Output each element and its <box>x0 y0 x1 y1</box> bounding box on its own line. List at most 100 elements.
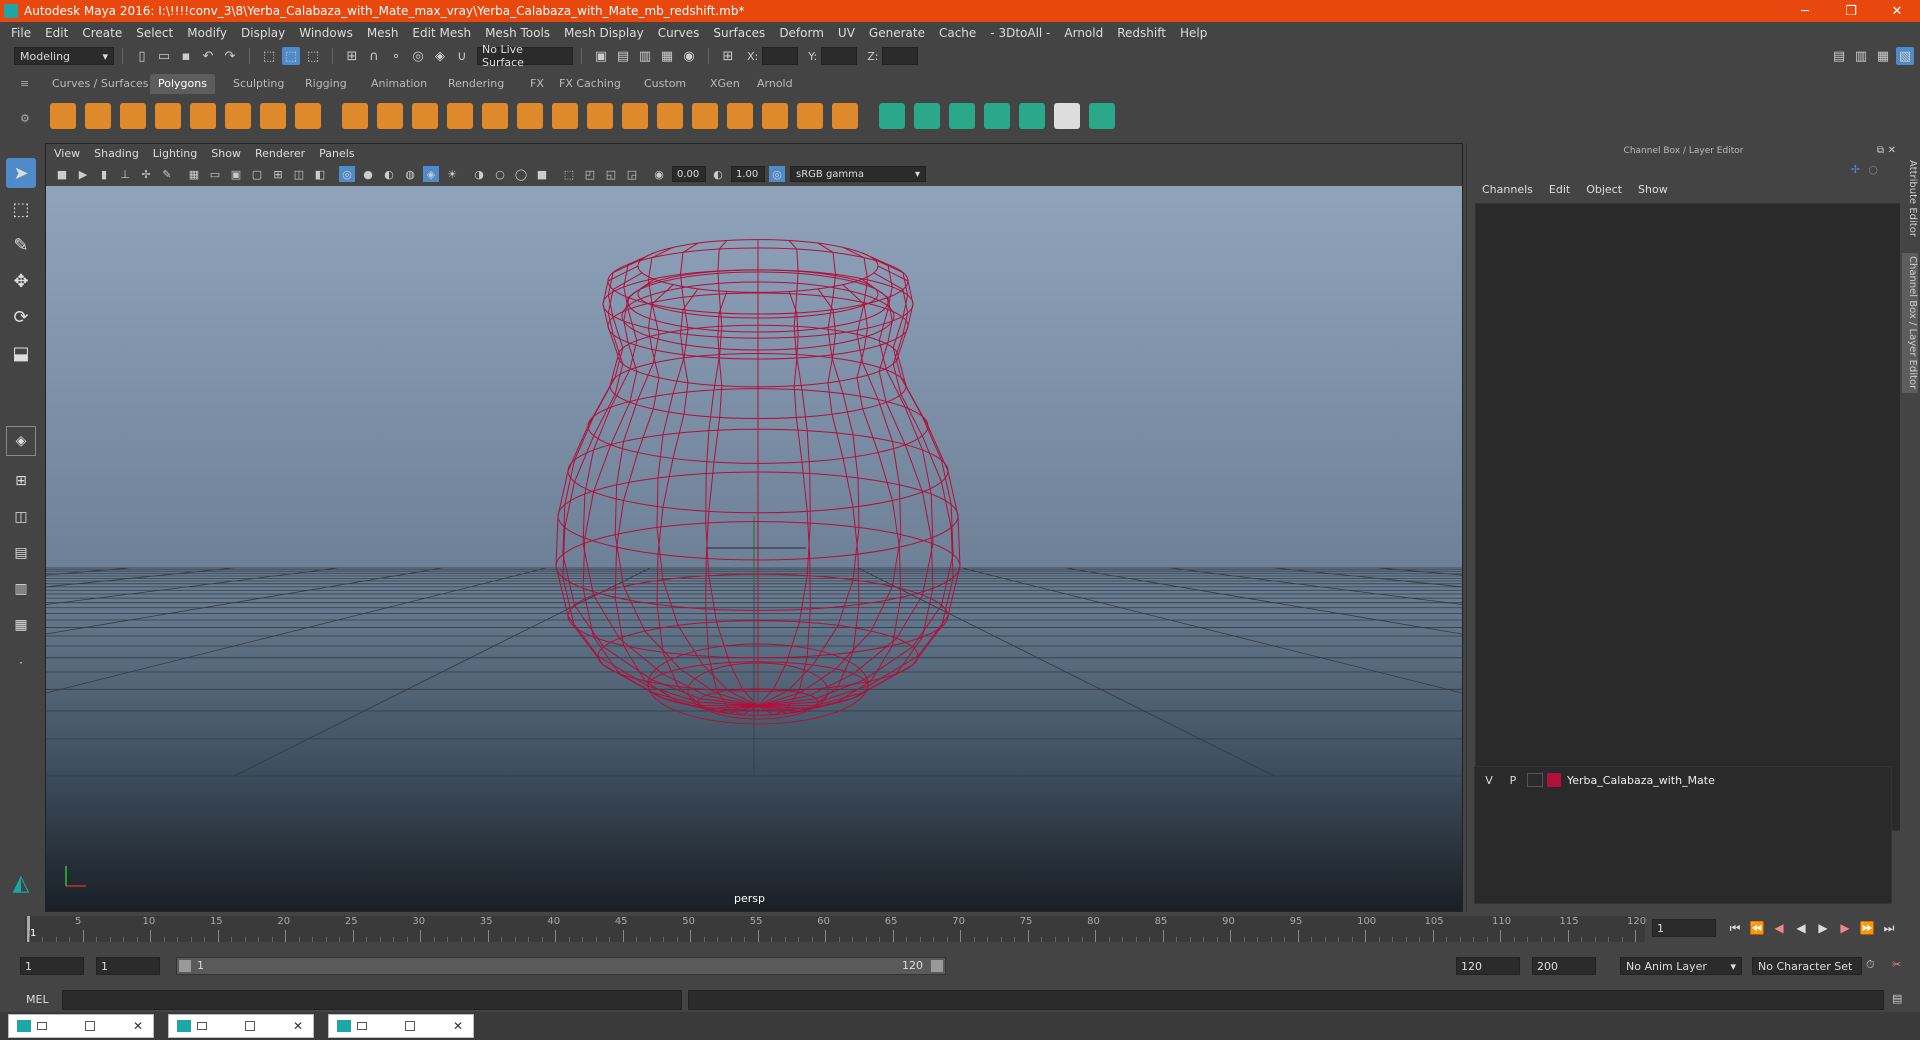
smooth-icon[interactable] <box>482 103 508 129</box>
poly-cylinder-icon[interactable] <box>120 103 146 129</box>
restore-icon[interactable] <box>357 1022 367 1030</box>
channel-box-area[interactable] <box>1475 203 1901 831</box>
shelf-tab-xgen[interactable]: XGen <box>702 74 748 94</box>
minimize-button[interactable]: ─ <box>1782 0 1828 22</box>
select-tool-icon[interactable]: ➤ <box>6 158 36 188</box>
rotate-tool-icon[interactable]: ⟳ <box>6 302 36 332</box>
select-hierarchy-icon[interactable]: ⬚ <box>260 47 278 65</box>
isolate-select-icon[interactable]: ⬚ <box>561 166 577 182</box>
minimized-window[interactable]: ✕ <box>328 1014 474 1038</box>
float-panel-icon[interactable]: ⧉ <box>1877 145 1884 156</box>
anim-preferences-icon[interactable]: ✂ <box>1892 958 1901 971</box>
step-forward-key-icon[interactable]: ▶ <box>1834 918 1856 938</box>
poly-plane-icon[interactable] <box>190 103 216 129</box>
combine-icon[interactable] <box>342 103 368 129</box>
end-time-field[interactable]: 200 <box>1532 957 1596 975</box>
range-end-handle[interactable] <box>931 960 943 972</box>
modeling-toolkit-icon[interactable]: ▤ <box>1830 47 1848 65</box>
single-perspective-layout-icon[interactable]: ◈ <box>6 426 36 456</box>
lock-icon[interactable]: ○ <box>1868 163 1878 176</box>
poly-cone-icon[interactable] <box>155 103 181 129</box>
exposure-field[interactable]: 0.00 <box>672 166 706 182</box>
close-button[interactable]: ✕ <box>1874 0 1920 22</box>
multi-cut-icon[interactable] <box>727 103 753 129</box>
poly-pipe-icon[interactable] <box>295 103 321 129</box>
snap-point-icon[interactable]: ∘ <box>387 47 405 65</box>
tool-settings-icon[interactable]: ▦ <box>1874 47 1892 65</box>
channel-box-toggle-icon[interactable]: ▧ <box>1896 47 1914 65</box>
attribute-editor-toggle-icon[interactable]: ▥ <box>1852 47 1870 65</box>
layer-playback-toggle[interactable]: P <box>1503 774 1523 787</box>
transform-mode-icon[interactable]: ⊞ <box>719 47 737 65</box>
time-ruler[interactable]: 5 10 15 20 25 30 35 40 45 50 55 60 65 70 75 80 85 90 95 100… <box>25 916 1646 942</box>
side-by-side-layout-icon[interactable]: ◫ <box>6 502 36 532</box>
redo-icon[interactable]: ↷ <box>221 47 239 65</box>
shelf-tab-rigging[interactable]: Rigging <box>297 74 355 94</box>
menu-surfaces[interactable]: Surfaces <box>706 22 772 44</box>
shelf-tab-fx[interactable]: FX <box>522 74 552 94</box>
command-input[interactable] <box>62 990 682 1010</box>
play-forward-icon[interactable]: ▶ <box>1812 918 1834 938</box>
more-layouts-icon[interactable]: · <box>6 648 36 678</box>
persp-graph-layout-icon[interactable]: ▤ <box>6 538 36 568</box>
maximize-button[interactable]: ❐ <box>1828 0 1874 22</box>
shelf-tab-arnold[interactable]: Arnold <box>749 74 801 94</box>
maximize-icon[interactable] <box>245 1021 255 1031</box>
auto-key-icon[interactable]: ⏱ <box>1866 958 1875 972</box>
close-icon[interactable]: ✕ <box>133 1019 143 1033</box>
safe-title-icon[interactable]: ◧ <box>312 166 328 182</box>
shadows-icon[interactable]: ☀ <box>444 166 460 182</box>
anim-layer-dropdown[interactable]: No Anim Layer ▾ <box>1620 957 1742 975</box>
color-management-icon[interactable]: ◎ <box>769 166 785 182</box>
scale-tool-icon[interactable]: ⬓ <box>6 338 36 368</box>
extract-icon[interactable] <box>412 103 438 129</box>
channel-box-menu-object[interactable]: Object <box>1586 183 1622 201</box>
menu-3dtoall[interactable]: - 3DtoAll - <box>983 22 1057 44</box>
channel-box-menu-channels[interactable]: Channels <box>1482 183 1533 201</box>
layer-visibility-toggle[interactable]: V <box>1479 774 1499 787</box>
minimized-window[interactable]: ✕ <box>8 1014 154 1038</box>
bridge-icon[interactable] <box>552 103 578 129</box>
menu-display[interactable]: Display <box>234 22 292 44</box>
menu-mesh[interactable]: Mesh <box>360 22 406 44</box>
playback-start-field[interactable]: 1 <box>96 957 160 975</box>
viewport-menu-shading[interactable]: Shading <box>94 147 139 160</box>
close-icon[interactable]: ✕ <box>293 1019 303 1033</box>
xray-joints-icon[interactable]: ◱ <box>603 166 619 182</box>
viewport-menu-show[interactable]: Show <box>211 147 241 160</box>
go-to-end-icon[interactable]: ⏭ <box>1878 918 1900 938</box>
exposure-icon[interactable]: ◉ <box>651 166 667 182</box>
shelf-tab-sculpting[interactable]: Sculpting <box>225 74 292 94</box>
y-field[interactable] <box>821 47 858 65</box>
spherical-mapping-icon[interactable] <box>1054 103 1080 129</box>
minimized-window[interactable]: ✕ <box>168 1014 314 1038</box>
save-scene-icon[interactable]: ▪ <box>177 47 195 65</box>
wireframe-on-shaded-icon[interactable]: ◐ <box>381 166 397 182</box>
shelf-tab-custom[interactable]: Custom <box>636 74 694 94</box>
snap-grid-icon[interactable]: ⊞ <box>343 47 361 65</box>
planar-mapping-icon[interactable] <box>984 103 1010 129</box>
select-camera-icon[interactable]: ■ <box>54 166 70 182</box>
bevel-icon[interactable] <box>587 103 613 129</box>
menu-mesh-display[interactable]: Mesh Display <box>557 22 651 44</box>
resolution-gate-icon[interactable]: ▣ <box>228 166 244 182</box>
smooth-shade-icon[interactable]: ● <box>360 166 376 182</box>
fill-hole-icon[interactable] <box>692 103 718 129</box>
xray-components-icon[interactable]: ◲ <box>624 166 640 182</box>
step-back-key-icon[interactable]: ◀ <box>1768 918 1790 938</box>
live-surface-field[interactable]: No Live Surface <box>477 43 573 69</box>
restore-icon[interactable] <box>37 1022 47 1030</box>
menu-edit-mesh[interactable]: Edit Mesh <box>405 22 478 44</box>
select-object-icon[interactable]: ⬚ <box>282 47 300 65</box>
cylindrical-mapping-icon[interactable] <box>1019 103 1045 129</box>
shelf-tab-rendering[interactable]: Rendering <box>440 74 512 94</box>
menu-deform[interactable]: Deform <box>772 22 831 44</box>
transform-axis-icon[interactable]: ✢ <box>1851 163 1860 176</box>
unfold-icon[interactable] <box>1089 103 1115 129</box>
menu-select[interactable]: Select <box>129 22 180 44</box>
range-start-handle[interactable] <box>179 960 191 972</box>
bridge-edge-icon[interactable] <box>622 103 648 129</box>
lasso-tool-icon[interactable]: ⬚ <box>6 194 36 224</box>
target-weld-icon[interactable] <box>762 103 788 129</box>
snap-surface-icon[interactable]: ◈ <box>431 47 449 65</box>
